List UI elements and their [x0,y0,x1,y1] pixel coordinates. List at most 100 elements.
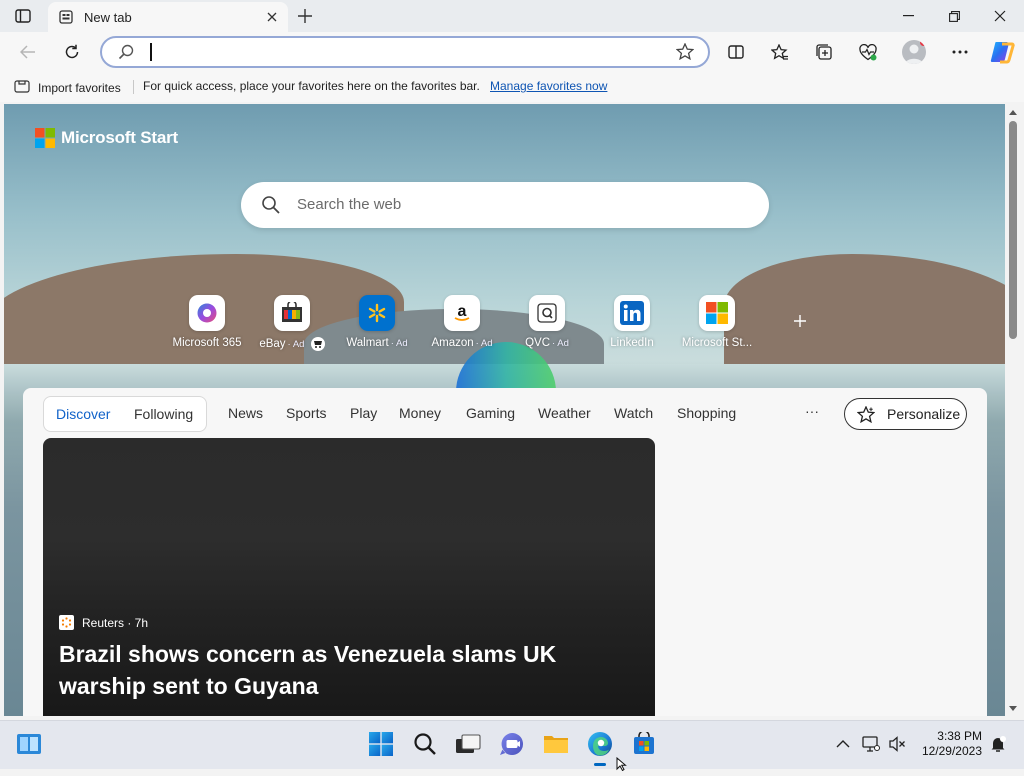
scroll-up-arrow-icon[interactable] [1008,107,1018,117]
tab-discover[interactable]: Discover [56,406,110,422]
task-view-icon[interactable] [453,729,483,759]
web-search-box[interactable]: Search the web [241,182,769,228]
quick-link-linkedin[interactable]: LinkedIn [587,295,677,349]
close-tab-icon[interactable] [264,9,280,25]
quick-link-label: Walmart [346,337,389,349]
add-favorite-icon[interactable] [675,42,695,65]
search-placeholder: Search the web [297,196,402,213]
mouse-cursor-icon [616,756,628,776]
ad-label: · Ad [552,338,569,349]
browser-tab[interactable]: New tab [48,2,288,32]
browser-essentials-icon[interactable] [854,38,882,66]
favorites-divider [133,80,134,94]
tab-news[interactable]: News [228,405,263,421]
tab-gaming[interactable]: Gaming [466,405,515,421]
widgets-icon[interactable] [14,729,44,759]
scroll-down-arrow-icon[interactable] [1008,703,1018,713]
microsoft-365-icon [189,295,225,331]
address-bar[interactable] [100,36,710,68]
network-icon[interactable] [857,729,885,759]
tab-money[interactable]: Money [399,405,441,421]
add-shortcut-icon[interactable] [793,314,807,328]
quick-link-amazon[interactable]: a Amazon · Ad [417,295,507,349]
tab-sports[interactable]: Sports [286,405,326,421]
minimize-button[interactable] [885,0,931,32]
file-explorer-icon[interactable] [541,729,571,759]
title-bar: New tab [0,0,1024,32]
ebay-icon [274,295,310,331]
quick-link-qvc[interactable]: QVC · Ad [502,295,592,349]
page-scrollbar[interactable] [1006,104,1020,716]
article-source: Reuters · 7h [59,615,148,630]
quick-link-microsoft-365[interactable]: Microsoft 365 [162,295,252,349]
quick-link-label: QVC [525,337,550,349]
profile-avatar[interactable] [902,40,926,64]
favorites-icon[interactable] [766,38,794,66]
svg-text:a: a [458,303,467,320]
new-tab-button[interactable] [294,5,316,27]
import-favorites-button[interactable]: Import favorites [14,79,121,96]
walmart-icon [359,295,395,331]
more-categories-button[interactable]: ··· [805,403,819,419]
manage-favorites-link[interactable]: Manage favorites now [490,79,607,93]
clock-time: 3:38 PM [937,729,982,743]
quick-link-label: Microsoft St... [681,337,753,349]
quick-link-microsoft-store[interactable]: Microsoft St... [672,295,762,349]
ad-label: · Ad [287,339,305,351]
navigation-bar [0,32,1024,72]
refresh-button[interactable] [58,38,86,66]
system-clock[interactable]: 3:38 PM 12/29/2023 [914,729,982,759]
copilot-icon[interactable] [988,38,1016,66]
amazon-icon: a [444,295,480,331]
volume-muted-icon[interactable] [883,729,911,759]
favorites-message: For quick access, place your favorites h… [143,79,480,93]
close-window-button[interactable] [977,0,1023,32]
article-source-label: Reuters · 7h [82,615,149,630]
personalize-button[interactable]: Personalize [844,398,967,430]
active-app-indicator [594,763,606,766]
notification-dot [920,40,926,46]
ad-label: · Ad [475,338,493,349]
settings-more-icon[interactable] [946,38,974,66]
quick-link-label: LinkedIn [610,337,654,349]
quick-link-ebay[interactable]: eBay · Ad [247,295,337,351]
collections-icon[interactable] [810,38,838,66]
chat-teams-icon[interactable] [497,729,527,759]
show-hidden-icons-chevron-icon[interactable] [829,729,857,759]
tab-actions-icon[interactable] [12,6,34,26]
restore-button[interactable] [931,0,977,32]
text-cursor [150,43,152,61]
tab-following[interactable]: Following [134,406,193,422]
feed-pivot: Discover Following [43,396,207,432]
tab-title: New tab [84,9,132,25]
microsoft-start-logo[interactable]: Microsoft Start [35,128,178,148]
personalize-star-icon [856,405,876,428]
quick-link-walmart[interactable]: Walmart · Ad [332,295,422,349]
tab-play[interactable]: Play [350,405,377,421]
favorites-bar: Import favorites For quick access, place… [0,72,1024,102]
personalize-label: Personalize [887,406,961,422]
scrollbar-thumb[interactable] [1009,121,1017,339]
article-headline[interactable]: Brazil shows concern as Venezuela slams … [59,638,644,702]
new-tab-icon [58,9,74,25]
shopping-cart-icon [310,337,325,351]
tab-weather[interactable]: Weather [538,405,591,421]
import-icon [14,79,30,96]
start-button[interactable] [366,729,396,759]
ad-label: · Ad [390,338,408,349]
tab-shopping[interactable]: Shopping [677,405,736,421]
tab-watch[interactable]: Watch [614,405,653,421]
quick-link-label: Microsoft 365 [172,337,242,349]
search-taskbar-icon[interactable] [410,729,440,759]
search-icon [118,44,134,65]
new-tab-page: Microsoft Start Search the web Microsoft… [4,104,1005,716]
clock-date: 12/29/2023 [921,744,982,758]
import-favorites-label: Import favorites [38,80,121,95]
split-screen-icon[interactable] [722,38,750,66]
microsoft-store-taskbar-icon[interactable] [629,729,659,759]
notifications-icon[interactable] [984,729,1012,759]
headline-card[interactable]: Reuters · 7h Brazil shows concern as Ven… [43,438,655,716]
back-button[interactable] [14,38,42,66]
linkedin-icon [614,295,650,331]
edge-browser-icon[interactable] [585,729,615,759]
